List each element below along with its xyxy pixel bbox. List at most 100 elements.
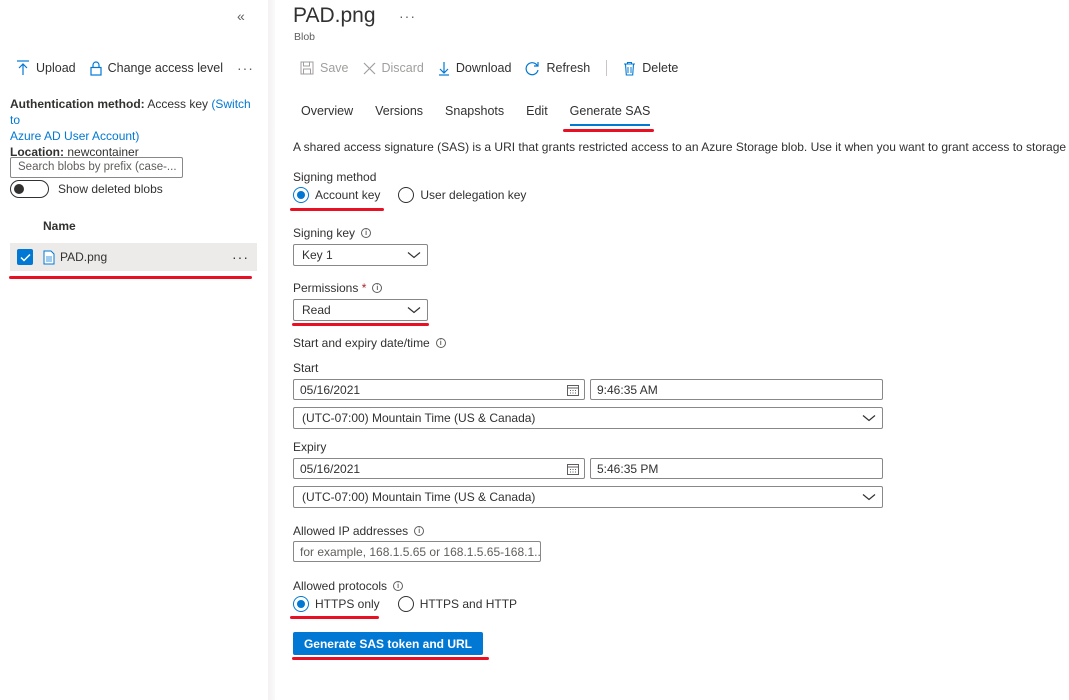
expiry-time-input[interactable]: 5:46:35 PM <box>590 458 883 479</box>
start-date-input[interactable]: 05/16/2021 <box>293 379 585 400</box>
account-key-radio[interactable] <box>293 187 309 203</box>
auth-method-label: Authentication method: <box>10 97 145 111</box>
info-icon[interactable]: i <box>361 228 372 238</box>
blob-name[interactable]: PAD.png <box>60 250 107 264</box>
blob-list-panel: « Upload Change access level ··· Authent… <box>0 0 268 700</box>
user-delegation-key-label[interactable]: User delegation key <box>420 188 526 202</box>
calendar-icon[interactable] <box>567 463 579 475</box>
blob-toolbar: Save Discard Download Refresh Delete <box>300 60 678 76</box>
expiry-time-value: 5:46:35 PM <box>597 461 659 476</box>
https-and-http-radio[interactable] <box>397 596 414 612</box>
allowed-ip-label-row: Allowed IP addresses i <box>293 524 425 538</box>
calendar-icon[interactable] <box>567 384 579 396</box>
more-actions-button[interactable]: ··· <box>237 60 254 76</box>
allowed-protocols-group: HTTPS only HTTPS and HTTP <box>293 596 517 612</box>
signing-key-label: Signing key <box>293 226 356 240</box>
info-icon[interactable]: i <box>414 526 425 536</box>
user-delegation-key-radio[interactable] <box>398 187 415 203</box>
chevron-down-icon <box>407 252 421 259</box>
expiry-date-input[interactable]: 05/16/2021 <box>293 458 585 479</box>
container-toolbar: Upload Change access level ··· <box>16 60 254 76</box>
refresh-icon <box>526 61 540 75</box>
page-subtitle: Blob <box>294 31 316 43</box>
upload-button[interactable]: Upload <box>16 60 76 76</box>
tab-edit[interactable]: Edit <box>526 104 548 118</box>
lock-icon <box>90 60 102 76</box>
discard-button[interactable]: Discard <box>363 61 424 75</box>
https-and-http-label[interactable]: HTTPS and HTTP <box>420 597 517 611</box>
signing-key-label-row: Signing key i <box>293 226 372 240</box>
download-label: Download <box>455 61 512 75</box>
download-button[interactable]: Download <box>438 61 512 76</box>
refresh-label: Refresh <box>546 61 591 75</box>
https-only-radio[interactable] <box>293 596 309 612</box>
table-row[interactable]: PAD.png ··· <box>10 243 257 271</box>
change-access-level-button[interactable]: Change access level <box>90 60 223 76</box>
date-time-label: Start and expiry date/time <box>293 336 430 350</box>
auth-method-value: Access key <box>147 97 209 111</box>
download-icon <box>438 61 449 76</box>
generate-sas-button[interactable]: Generate SAS token and URL <box>293 632 483 655</box>
file-icon <box>43 250 55 264</box>
chevron-down-icon <box>407 307 421 314</box>
permissions-label: Permissions * <box>293 281 367 295</box>
permissions-label-row: Permissions * i <box>293 281 383 295</box>
date-time-label-row: Start and expiry date/time i <box>293 336 446 350</box>
save-label: Save <box>320 61 349 75</box>
start-timezone-select[interactable]: (UTC-07:00) Mountain Time (US & Canada) <box>293 407 883 429</box>
permissions-value: Read <box>302 303 331 317</box>
annotation-underline <box>290 208 384 211</box>
signing-key-value: Key 1 <box>302 248 333 262</box>
auth-info: Authentication method: Access key (Switc… <box>10 96 262 160</box>
tab-snapshots[interactable]: Snapshots <box>445 104 504 118</box>
refresh-button[interactable]: Refresh <box>525 61 590 76</box>
title-more-button[interactable]: ··· <box>399 8 416 24</box>
delete-label: Delete <box>642 61 679 75</box>
start-time-value: 9:46:35 AM <box>597 382 658 397</box>
start-time-input[interactable]: 9:46:35 AM <box>590 379 883 400</box>
trash-icon <box>624 61 636 76</box>
chevron-down-icon <box>862 494 876 501</box>
annotation-underline <box>563 129 654 132</box>
permissions-select[interactable]: Read <box>293 299 428 321</box>
start-label: Start <box>293 361 319 375</box>
tab-overview[interactable]: Overview <box>301 104 353 118</box>
sas-description: A shared access signature (SAS) is a URI… <box>293 140 1069 154</box>
annotation-underline <box>292 323 429 326</box>
blob-detail-panel: PAD.png ··· Blob Save Discard Download R… <box>276 0 1069 700</box>
tab-generate-sas[interactable]: Generate SAS <box>569 104 650 126</box>
allowed-ip-placeholder: for example, 168.1.5.65 or 168.1.5.65-16… <box>300 544 541 559</box>
info-icon[interactable]: i <box>435 338 446 348</box>
row-checkbox[interactable] <box>17 249 33 265</box>
start-timezone-value: (UTC-07:00) Mountain Time (US & Canada) <box>302 411 536 425</box>
tab-versions[interactable]: Versions <box>375 104 423 118</box>
blob-tabs: Overview Versions Snapshots Edit Generat… <box>301 104 672 126</box>
change-access-level-label: Change access level <box>107 61 223 75</box>
https-only-label[interactable]: HTTPS only <box>315 597 380 611</box>
annotation-underline <box>9 276 252 279</box>
search-blobs-input[interactable]: Search blobs by prefix (case-... <box>10 157 183 178</box>
annotation-underline <box>290 616 379 619</box>
switch-auth-link-cont[interactable]: Azure AD User Account) <box>10 129 139 143</box>
chevron-down-icon <box>862 415 876 422</box>
panel-divider[interactable] <box>268 0 275 700</box>
upload-label: Upload <box>36 61 76 75</box>
collapse-panel-button[interactable]: « <box>237 8 245 24</box>
show-deleted-row: Show deleted blobs <box>10 180 163 198</box>
signing-key-select[interactable]: Key 1 <box>293 244 428 266</box>
name-column-header[interactable]: Name <box>43 219 76 233</box>
upload-icon <box>17 60 29 75</box>
delete-button[interactable]: Delete <box>623 61 678 76</box>
show-deleted-toggle[interactable] <box>10 180 49 198</box>
annotation-underline <box>292 657 489 660</box>
info-icon[interactable]: i <box>393 581 404 591</box>
allowed-protocols-label-row: Allowed protocols i <box>293 579 404 593</box>
expiry-timezone-select[interactable]: (UTC-07:00) Mountain Time (US & Canada) <box>293 486 883 508</box>
account-key-label[interactable]: Account key <box>315 188 380 202</box>
checkmark-icon <box>19 253 31 262</box>
allowed-ip-input[interactable]: for example, 168.1.5.65 or 168.1.5.65-16… <box>293 541 541 562</box>
row-more-button[interactable]: ··· <box>232 249 249 265</box>
save-button[interactable]: Save <box>300 61 349 75</box>
info-icon[interactable]: i <box>372 283 383 293</box>
toolbar-separator <box>606 60 608 76</box>
